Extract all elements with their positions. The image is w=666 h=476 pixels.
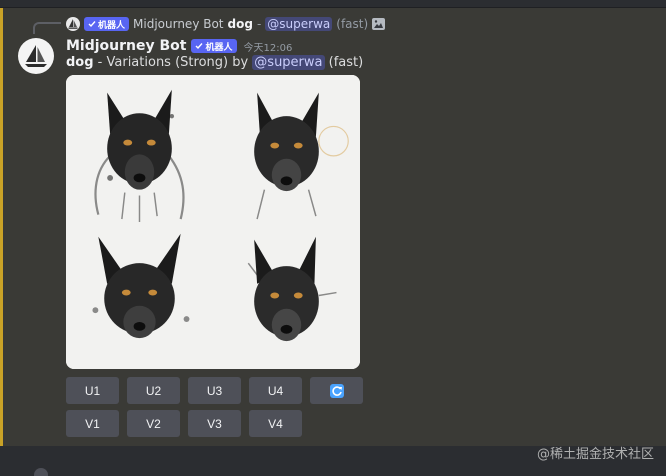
discord-channel: 机器人 Midjourney Bot dog - @superwa (fast)…: [0, 0, 666, 476]
checkmark-icon: [195, 43, 204, 50]
generated-image-grid[interactable]: [66, 75, 360, 369]
image-icon: [372, 18, 386, 30]
reply-mode: (fast): [336, 17, 369, 31]
variation-image-1[interactable]: [66, 75, 213, 222]
next-message-avatar: [34, 468, 48, 476]
reply-separator: -: [256, 17, 262, 31]
sailboat-avatar-icon: [25, 45, 47, 67]
reroll-button[interactable]: [310, 377, 363, 404]
refresh-icon: [329, 383, 344, 398]
variation-image-3[interactable]: [66, 222, 213, 369]
message-author[interactable]: Midjourney Bot: [66, 38, 186, 54]
reply-prompt: dog: [227, 17, 253, 31]
message-header: Midjourney Bot 机器人 今天12:06: [66, 37, 292, 55]
upscale-4-button[interactable]: U4: [249, 377, 302, 404]
generation-mode: (fast): [324, 55, 364, 70]
dog-portrait-image: [92, 233, 190, 339]
mention-highlight-bar: [0, 8, 3, 446]
checkmark-icon: [88, 21, 96, 28]
reply-bot-label: 机器人: [98, 20, 126, 31]
bot-avatar[interactable]: [18, 38, 54, 74]
bot-label: 机器人: [205, 42, 233, 53]
variation-1-button[interactable]: V1: [66, 410, 119, 437]
upscale-1-button[interactable]: U1: [66, 377, 119, 404]
reply-avatar[interactable]: [66, 17, 80, 31]
variation-buttons: V1 V2 V3 V4: [66, 410, 302, 437]
variation-2-button[interactable]: V2: [127, 410, 180, 437]
variation-image-4[interactable]: [213, 222, 360, 369]
sailboat-avatar-icon: [68, 19, 78, 29]
reply-mention[interactable]: @superwa: [265, 17, 333, 31]
variation-image-2[interactable]: [213, 75, 360, 222]
bot-tag: 机器人: [191, 39, 237, 53]
dog-portrait-image: [94, 89, 185, 222]
variation-3-button[interactable]: V3: [188, 410, 241, 437]
user-mention[interactable]: @superwa: [252, 55, 325, 70]
reply-author[interactable]: Midjourney Bot: [133, 17, 224, 31]
timestamp: 今天12:06: [243, 42, 293, 54]
reply-reference[interactable]: 机器人 Midjourney Bot dog - @superwa (fast): [66, 15, 386, 33]
variation-4-button[interactable]: V4: [249, 410, 302, 437]
dog-portrait-image: [254, 92, 349, 220]
upscale-buttons: U1 U2 U3 U4: [66, 377, 363, 404]
prompt-word: dog: [66, 55, 94, 70]
upscale-3-button[interactable]: U3: [188, 377, 241, 404]
upscale-2-button[interactable]: U2: [127, 377, 180, 404]
message-content: dog - Variations (Strong) by @superwa (f…: [66, 55, 363, 70]
dog-portrait-image: [247, 236, 337, 342]
variation-description: - Variations (Strong) by: [93, 55, 253, 70]
reply-bot-tag: 机器人: [84, 17, 130, 31]
watermark: @稀土掘金技术社区: [536, 447, 654, 462]
reply-connector: [33, 22, 61, 34]
